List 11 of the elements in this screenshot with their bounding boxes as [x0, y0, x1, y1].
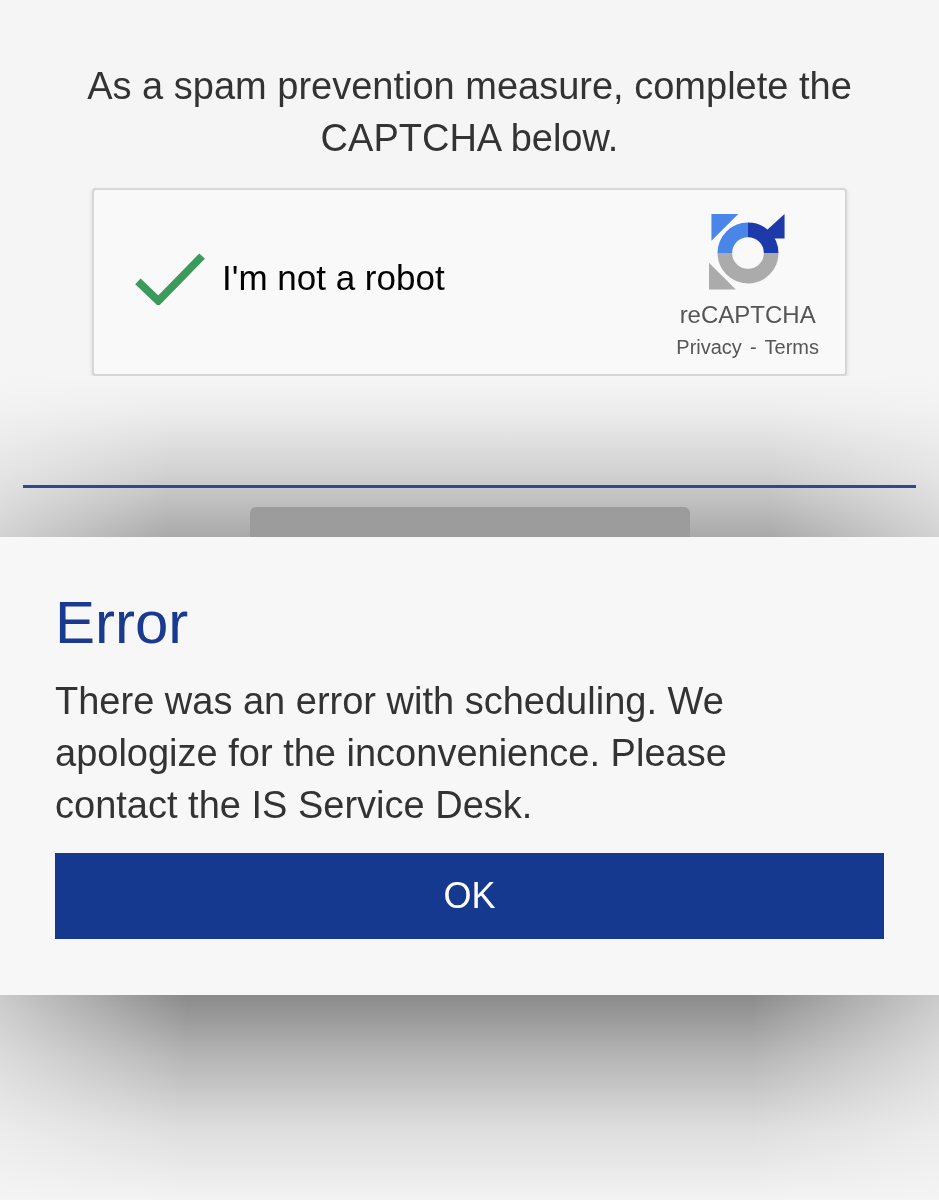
footer-link[interactable]: Terms	[764, 332, 819, 362]
captcha-label: I'm not a robot	[222, 256, 445, 299]
link-separator: -	[749, 335, 757, 360]
recaptcha-brand-text: reCAPTCHA	[679, 300, 816, 330]
footer-link[interactable]: Privacy	[676, 332, 742, 362]
checkmark-icon[interactable]	[134, 251, 206, 305]
circular-arrows-logo-icon	[708, 214, 787, 292]
captcha-instruction-text: As a spam prevention measure, complete the CAPTCHA below.	[86, 64, 853, 161]
dialog-message: There was an error with scheduling. We apologize for the inconvenience. Please contact the IS Service Desk.	[55, 679, 728, 828]
dialog-title: Error	[55, 589, 190, 657]
ok-button[interactable]: OK	[55, 853, 884, 939]
